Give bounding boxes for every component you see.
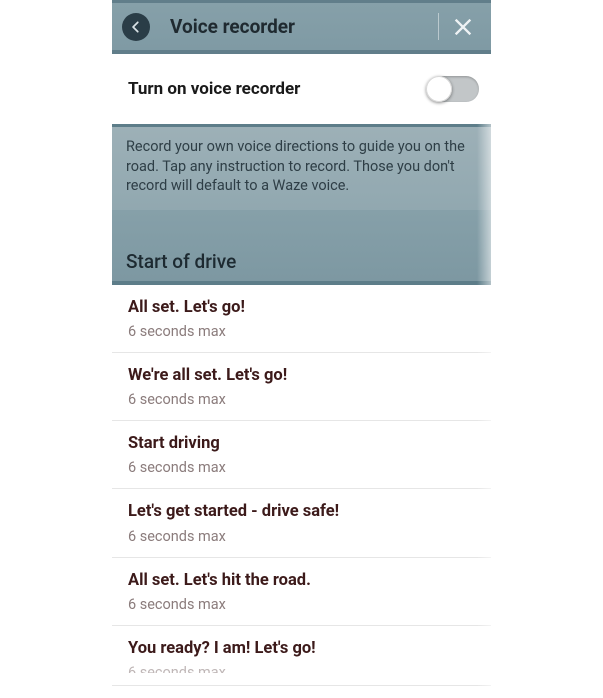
back-button[interactable] xyxy=(122,13,150,41)
recording-duration: 6 seconds max xyxy=(128,664,475,673)
recording-duration: 6 seconds max xyxy=(128,528,475,545)
recording-label: You ready? I am! Let's go! xyxy=(128,638,475,660)
recording-item[interactable]: Let's get started - drive safe! 6 second… xyxy=(112,489,491,557)
recording-label: Let's get started - drive safe! xyxy=(128,501,475,523)
panel: Voice recorder Turn on voice recorder Re… xyxy=(112,0,491,698)
recording-item[interactable]: Start driving 6 seconds max xyxy=(112,421,491,489)
recording-label: Start driving xyxy=(128,433,475,455)
chevron-left-icon xyxy=(129,20,143,34)
recording-item[interactable]: You ready? I am! Let's go! 6 seconds max xyxy=(112,626,491,686)
header-inner: Voice recorder xyxy=(112,3,491,50)
recording-item[interactable]: All set. Let's go! 6 seconds max xyxy=(112,285,491,353)
voice-recorder-toggle-row[interactable]: Turn on voice recorder xyxy=(112,54,491,124)
recording-duration: 6 seconds max xyxy=(128,459,475,476)
recording-duration: 6 seconds max xyxy=(128,323,475,340)
section-header: Start of drive xyxy=(112,210,491,285)
recording-label: All set. Let's hit the road. xyxy=(128,570,475,592)
info-block: Record your own voice directions to guid… xyxy=(112,124,491,210)
toggle-label: Turn on voice recorder xyxy=(128,79,300,99)
section-title: Start of drive xyxy=(112,210,491,281)
recording-item[interactable]: We're all set. Let's go! 6 seconds max xyxy=(112,353,491,421)
page-title: Voice recorder xyxy=(170,15,295,38)
recording-duration: 6 seconds max xyxy=(128,391,475,408)
toggle-switch[interactable] xyxy=(427,76,479,102)
app-frame: Voice recorder Turn on voice recorder Re… xyxy=(0,0,603,698)
close-button[interactable] xyxy=(443,3,483,50)
header: Voice recorder xyxy=(112,0,491,54)
header-divider xyxy=(438,13,439,40)
close-icon xyxy=(452,16,474,38)
info-text: Record your own voice directions to guid… xyxy=(112,127,491,210)
recording-item[interactable]: All set. Let's hit the road. 6 seconds m… xyxy=(112,558,491,626)
recording-label: We're all set. Let's go! xyxy=(128,365,475,387)
recording-duration: 6 seconds max xyxy=(128,596,475,613)
recording-label: All set. Let's go! xyxy=(128,297,475,319)
